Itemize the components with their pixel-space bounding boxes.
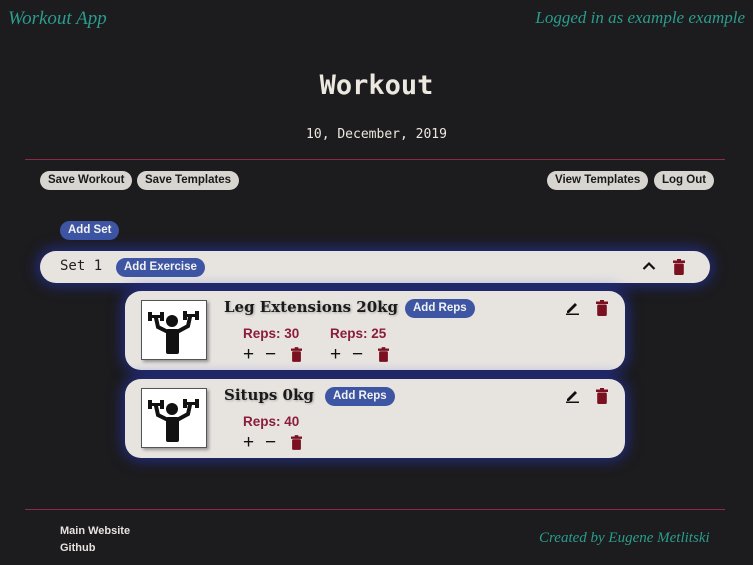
add-set-button[interactable]: Add Set <box>60 221 120 240</box>
delete-set-icon[interactable] <box>673 259 685 275</box>
add-exercise-button[interactable]: Add Exercise <box>116 258 205 277</box>
view-templates-button[interactable]: View Templates <box>547 171 649 190</box>
exercise-name: Situps 0kg <box>224 386 314 404</box>
delete-reps-icon[interactable] <box>378 347 389 362</box>
exercise-name: Leg Extensions 20kg <box>224 298 399 316</box>
main-website-link[interactable]: Main Website <box>60 525 130 537</box>
increment-plus-icon[interactable]: + <box>243 345 254 364</box>
top-divider <box>25 159 725 160</box>
delete-exercise-icon[interactable] <box>596 300 608 316</box>
edit-pencil-icon[interactable] <box>565 388 580 403</box>
delete-reps-icon[interactable] <box>291 347 302 362</box>
exercise-image <box>141 300 207 360</box>
log-out-button[interactable]: Log Out <box>654 171 715 190</box>
reps-value: Reps: 30 <box>243 326 300 341</box>
login-status: Logged in as example example <box>535 8 745 27</box>
exercise-image <box>141 388 207 448</box>
chevron-up-icon[interactable] <box>642 261 656 271</box>
increment-plus-icon[interactable]: + <box>330 345 341 364</box>
decrement-minus-icon[interactable]: − <box>265 345 276 364</box>
decrement-minus-icon[interactable]: − <box>352 345 363 364</box>
set-header: Set 1 Add Exercise <box>40 251 710 283</box>
add-reps-button[interactable]: Add Reps <box>405 299 475 318</box>
workout-date: 10, December, 2019 <box>306 127 447 142</box>
increment-plus-icon[interactable]: + <box>243 433 254 452</box>
reps-value: Reps: 40 <box>243 414 300 429</box>
delete-exercise-icon[interactable] <box>596 388 608 404</box>
page-title: Workout <box>319 70 434 101</box>
save-workout-button[interactable]: Save Workout <box>40 171 133 190</box>
author-credit: Created by Eugene Metlitski <box>539 530 710 546</box>
save-templates-button[interactable]: Save Templates <box>137 171 240 190</box>
reps-value: Reps: 25 <box>330 326 387 341</box>
weightlifter-icon <box>148 399 199 442</box>
weightlifter-icon <box>148 311 199 354</box>
add-reps-button[interactable]: Add Reps <box>325 387 395 406</box>
decrement-minus-icon[interactable]: − <box>265 433 276 452</box>
set-label: Set 1 <box>60 258 103 274</box>
exercise-card: Situps 0kg Add Reps Reps: 40 + − <box>125 379 625 458</box>
edit-pencil-icon[interactable] <box>565 300 580 315</box>
bottom-divider <box>25 509 725 510</box>
delete-reps-icon[interactable] <box>291 435 302 450</box>
github-link[interactable]: Github <box>60 542 95 554</box>
app-brand[interactable]: Workout App <box>8 8 107 30</box>
exercise-card: Leg Extensions 20kg Add Reps Reps: 30 + … <box>125 291 625 370</box>
